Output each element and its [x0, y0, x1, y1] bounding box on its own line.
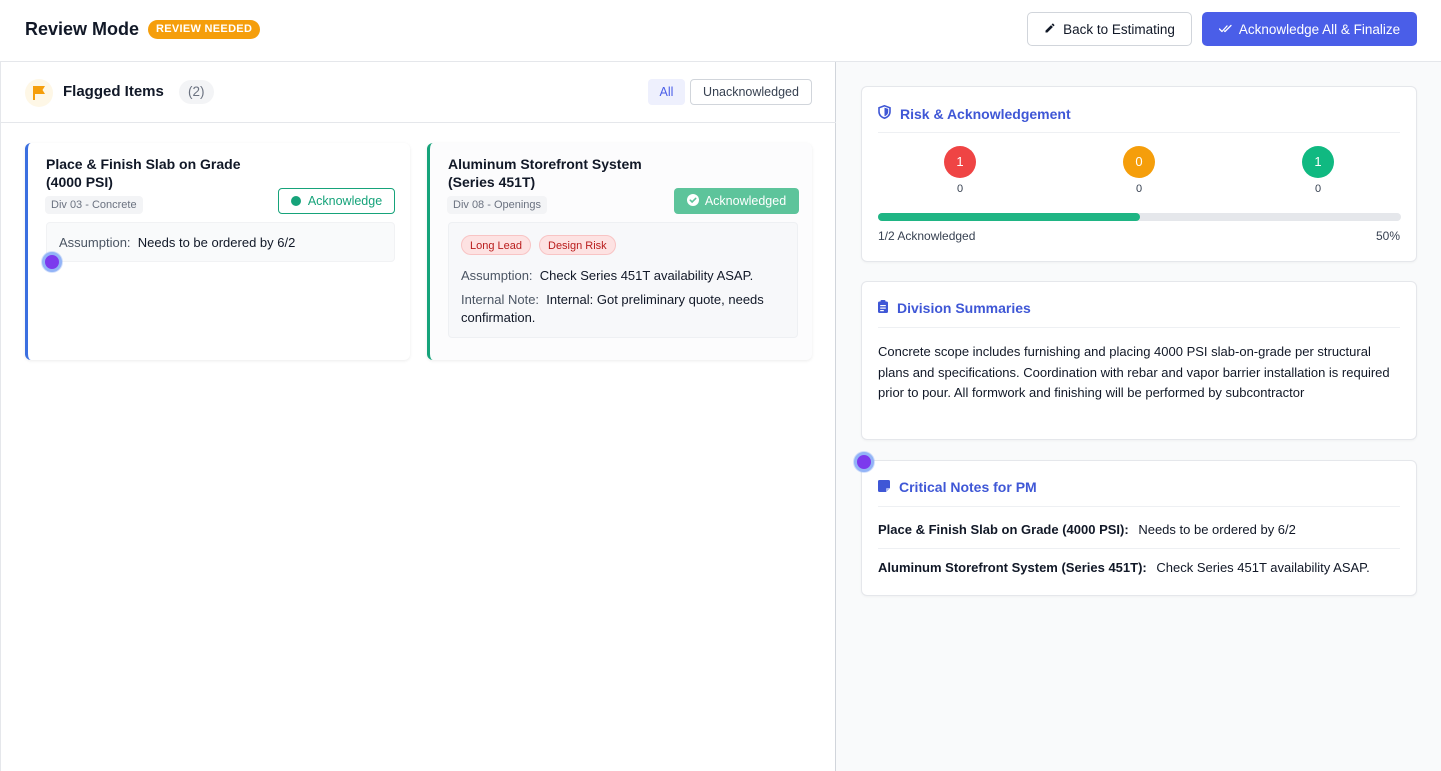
assumption-text: Needs to be ordered by 6/2 [137, 235, 296, 250]
clipboard-icon [878, 300, 888, 316]
risk-title-text: Risk & Acknowledgement [900, 105, 1071, 122]
filter-all-button[interactable]: All [648, 79, 685, 105]
flag-icon [25, 79, 53, 107]
page-title: Review Mode [25, 19, 140, 39]
critical-note-item: Place & Finish Slab on Grade (4000 PSI): [878, 522, 1129, 537]
assumption-line: Assumption: Check Series 451T availabili… [461, 267, 753, 285]
high-risk-indicator: 1 [944, 146, 976, 178]
double-check-icon [1218, 22, 1232, 37]
internal-note-label: Internal Note: [461, 292, 540, 307]
division-summaries-panel: Division Summaries Concrete scope includ… [861, 281, 1417, 440]
assumption-label: Assumption: [59, 235, 131, 250]
critical-note-text: Needs to be ordered by 6/2 [1138, 522, 1296, 537]
low-risk-indicator: 1 [1302, 146, 1334, 178]
medium-risk-indicator: 0 [1123, 146, 1155, 178]
division-summaries-title: Division Summaries [878, 300, 1031, 316]
high-risk-count: 0 [956, 183, 964, 195]
critical-note-item: Aluminum Storefront System (Series 451T)… [878, 560, 1147, 575]
item-title: Place & Finish Slab on Grade (4000 PSI) [46, 156, 241, 190]
filter-unacknowledged-button[interactable]: Unacknowledged [690, 79, 812, 105]
shield-icon [878, 104, 891, 122]
flagged-items-title: Flagged Items [63, 83, 164, 100]
division-summaries-title-text: Division Summaries [897, 300, 1031, 316]
flagged-items-header: Flagged Items (2) All Unacknowledged [1, 62, 836, 123]
acknowledged-button[interactable]: Acknowledged [674, 188, 799, 214]
back-button-label: Back to Estimating [1063, 21, 1175, 37]
flagged-item-card: Place & Finish Slab on Grade (4000 PSI) … [25, 143, 410, 360]
critical-notes-title: Critical Notes for PM [878, 479, 1037, 495]
division-chip: Div 03 - Concrete [45, 196, 143, 214]
divider [878, 327, 1400, 328]
progress-percent: 50% [1375, 229, 1400, 243]
divider [878, 548, 1400, 549]
assumption-box: Assumption: Needs to be ordered by 6/2 [46, 222, 395, 262]
finalize-button-label: Acknowledge All & Finalize [1238, 21, 1401, 37]
risk-panel-title: Risk & Acknowledgement [878, 104, 1071, 122]
acknowledge-button-label: Acknowledge [307, 194, 383, 208]
pencil-icon [1044, 22, 1056, 37]
low-risk-count: 0 [1314, 183, 1322, 195]
status-dot-icon [290, 196, 301, 206]
critical-note-row: Aluminum Storefront System (Series 451T)… [878, 560, 1370, 575]
summary-sidebar: Risk & Acknowledgement 1 0 0 0 1 0 1/2 A… [836, 62, 1441, 771]
top-header: Review Mode REVIEW NEEDED Back to Estima… [0, 0, 1441, 62]
progress-label: 1/2 Acknowledged [878, 229, 976, 243]
item-title: Aluminum Storefront System (Series 451T) [448, 156, 642, 190]
acknowledgement-progress-bar [878, 213, 1401, 221]
back-to-estimating-button[interactable]: Back to Estimating [1027, 12, 1192, 46]
design-risk-tag: Design Risk [539, 235, 616, 255]
review-status-badge: REVIEW NEEDED [148, 20, 261, 39]
division-chip: Div 08 - Openings [447, 196, 548, 214]
check-circle-icon [686, 193, 699, 209]
cursor-marker [42, 252, 62, 272]
critical-notes-title-text: Critical Notes for PM [899, 479, 1037, 495]
assumption-line: Assumption: Needs to be ordered by 6/2 [59, 234, 295, 252]
cursor-marker [854, 452, 874, 472]
flagged-item-card: Aluminum Storefront System (Series 451T)… [427, 143, 812, 360]
critical-notes-panel: Critical Notes for PM Place & Finish Sla… [861, 460, 1417, 596]
sticky-note-icon [878, 479, 890, 495]
long-lead-tag: Long Lead [461, 235, 531, 255]
internal-note-line: Internal Note: Internal: Got preliminary… [461, 291, 791, 327]
critical-note-text: Check Series 451T availability ASAP. [1156, 560, 1370, 575]
risk-acknowledgement-panel: Risk & Acknowledgement 1 0 0 0 1 0 1/2 A… [861, 86, 1417, 262]
divider [878, 506, 1400, 507]
critical-note-row: Place & Finish Slab on Grade (4000 PSI):… [878, 522, 1296, 537]
item-details-box: Long Lead Design Risk Assumption: Check … [448, 222, 798, 338]
assumption-label: Assumption: [461, 268, 533, 283]
division-summary-text: Concrete scope includes furnishing and p… [878, 344, 1390, 400]
acknowledge-button[interactable]: Acknowledge [278, 188, 395, 214]
medium-risk-count: 0 [1135, 183, 1143, 195]
acknowledged-button-label: Acknowledged [704, 194, 787, 208]
progress-fill [878, 213, 1140, 221]
assumption-text: Check Series 451T availability ASAP. [539, 268, 754, 283]
acknowledge-all-finalize-button[interactable]: Acknowledge All & Finalize [1202, 12, 1417, 46]
divider [878, 132, 1400, 133]
flagged-count-badge: (2) [179, 80, 214, 104]
flagged-items-panel: Flagged Items (2) All Unacknowledged Pla… [0, 62, 836, 771]
